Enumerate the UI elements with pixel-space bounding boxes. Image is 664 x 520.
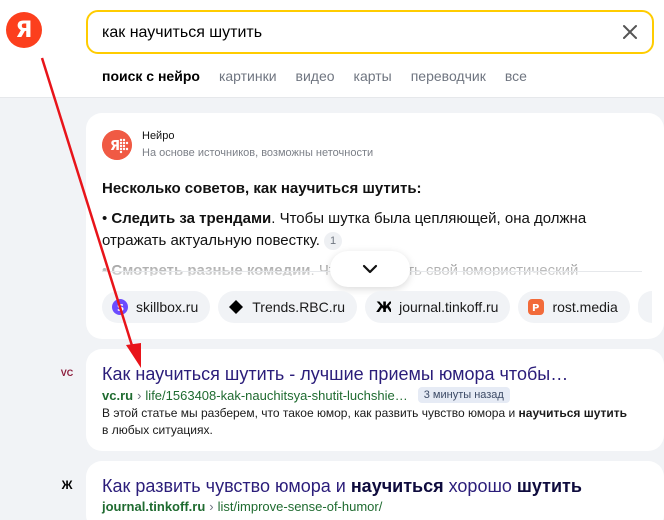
source-chip-skillbox[interactable]: S skillbox.ru <box>102 291 211 323</box>
tinkoff-journal-icon: Ж <box>375 299 391 315</box>
chevron-down-icon <box>362 264 378 274</box>
tip-1-bold: Следить за трендами <box>111 210 272 227</box>
neuro-answer-card: Я Нейро На основе источников, возможны н… <box>86 113 664 339</box>
source-label: journal.tinkoff.ru <box>399 299 499 315</box>
yandex-logo[interactable]: Я <box>6 12 42 48</box>
tab-translator[interactable]: переводчик <box>411 68 486 84</box>
skillbox-icon: S <box>112 299 128 315</box>
reference-badge[interactable]: 1 <box>324 232 343 250</box>
expand-button[interactable] <box>330 251 410 287</box>
tab-video[interactable]: видео <box>296 68 335 84</box>
source-label: Trends.RBC.ru <box>252 299 346 315</box>
tip-2-bold: Смотреть разные комедии <box>111 262 311 276</box>
tab-neuro-search[interactable]: поиск с нейро <box>102 68 200 84</box>
tinkoff-favicon: Ж <box>61 478 73 492</box>
neuro-subtitle: На основе источников, возможны неточност… <box>142 147 374 159</box>
breadcrumb-separator: › <box>137 387 142 403</box>
result-snippet: В этой статье мы разберем, что такое юмо… <box>102 406 628 437</box>
result-url[interactable]: vc.ru › life/1563408-kak-nauchitsya-shut… <box>102 387 510 403</box>
breadcrumb-separator: › <box>209 499 214 514</box>
tab-images[interactable]: картинки <box>219 68 277 84</box>
time-badge: 3 минуты назад <box>417 387 510 403</box>
tab-all[interactable]: все <box>505 68 527 84</box>
source-label: skillbox.ru <box>136 299 199 315</box>
result-url[interactable]: journal.tinkoff.ru › list/improve-sense-… <box>102 499 382 514</box>
svg-text:Ж: Ж <box>376 300 391 315</box>
search-box[interactable] <box>86 10 654 54</box>
tab-maps[interactable]: карты <box>354 68 392 84</box>
vc-favicon: VC <box>60 368 74 378</box>
result-path: life/1563408-kak-nauchitsya-shutit-luchs… <box>145 387 408 403</box>
clear-icon[interactable] <box>620 22 640 42</box>
svg-text:P: P <box>532 303 539 314</box>
search-result-1: Как научиться шутить - лучшие приемы юмо… <box>86 349 664 451</box>
sources-list: S skillbox.ru Trends.RBC.ru Ж journal.ti… <box>102 291 652 323</box>
source-chip-partial[interactable] <box>637 291 652 323</box>
search-result-2: Как развить чувство юмора и научиться хо… <box>86 461 664 520</box>
rbc-diamond-icon <box>228 299 244 315</box>
search-tabs: поиск с нейро картинки видео карты перев… <box>102 68 527 84</box>
rost-media-icon: P <box>528 299 545 315</box>
source-label: rost.media <box>552 299 618 315</box>
result-domain: vc.ru <box>102 387 134 403</box>
neuro-title: Нейро <box>142 130 175 142</box>
result-title-rest: - лучшие приемы юмора чтобы… <box>284 364 569 384</box>
neuro-heading: Несколько советов, как научиться шутить: <box>102 180 422 197</box>
svg-text:Я: Я <box>110 139 120 154</box>
result-domain: journal.tinkoff.ru <box>102 499 206 514</box>
result-title-main: Как научиться шутить <box>102 364 285 384</box>
neuro-logo-icon: Я <box>102 130 132 160</box>
source-chip-tinkoff[interactable]: Ж journal.tinkoff.ru <box>365 291 511 323</box>
source-chip-rbc[interactable]: Trends.RBC.ru <box>218 291 358 323</box>
header: Я поиск с нейро картинки видео карты пер… <box>0 0 664 98</box>
svg-text:S: S <box>117 303 124 314</box>
result-title-link[interactable]: Как развить чувство юмора и научиться хо… <box>102 475 652 497</box>
search-input[interactable] <box>102 23 602 43</box>
result-path: list/improve-sense-of-humor/ <box>217 499 383 514</box>
neuro-tip-1: • Следить за трендами. Чтобы шутка была … <box>102 210 587 250</box>
source-chip-rost[interactable]: P rost.media <box>518 291 630 323</box>
result-title-link[interactable]: Как научиться шутить - лучшие приемы юмо… <box>102 363 652 385</box>
